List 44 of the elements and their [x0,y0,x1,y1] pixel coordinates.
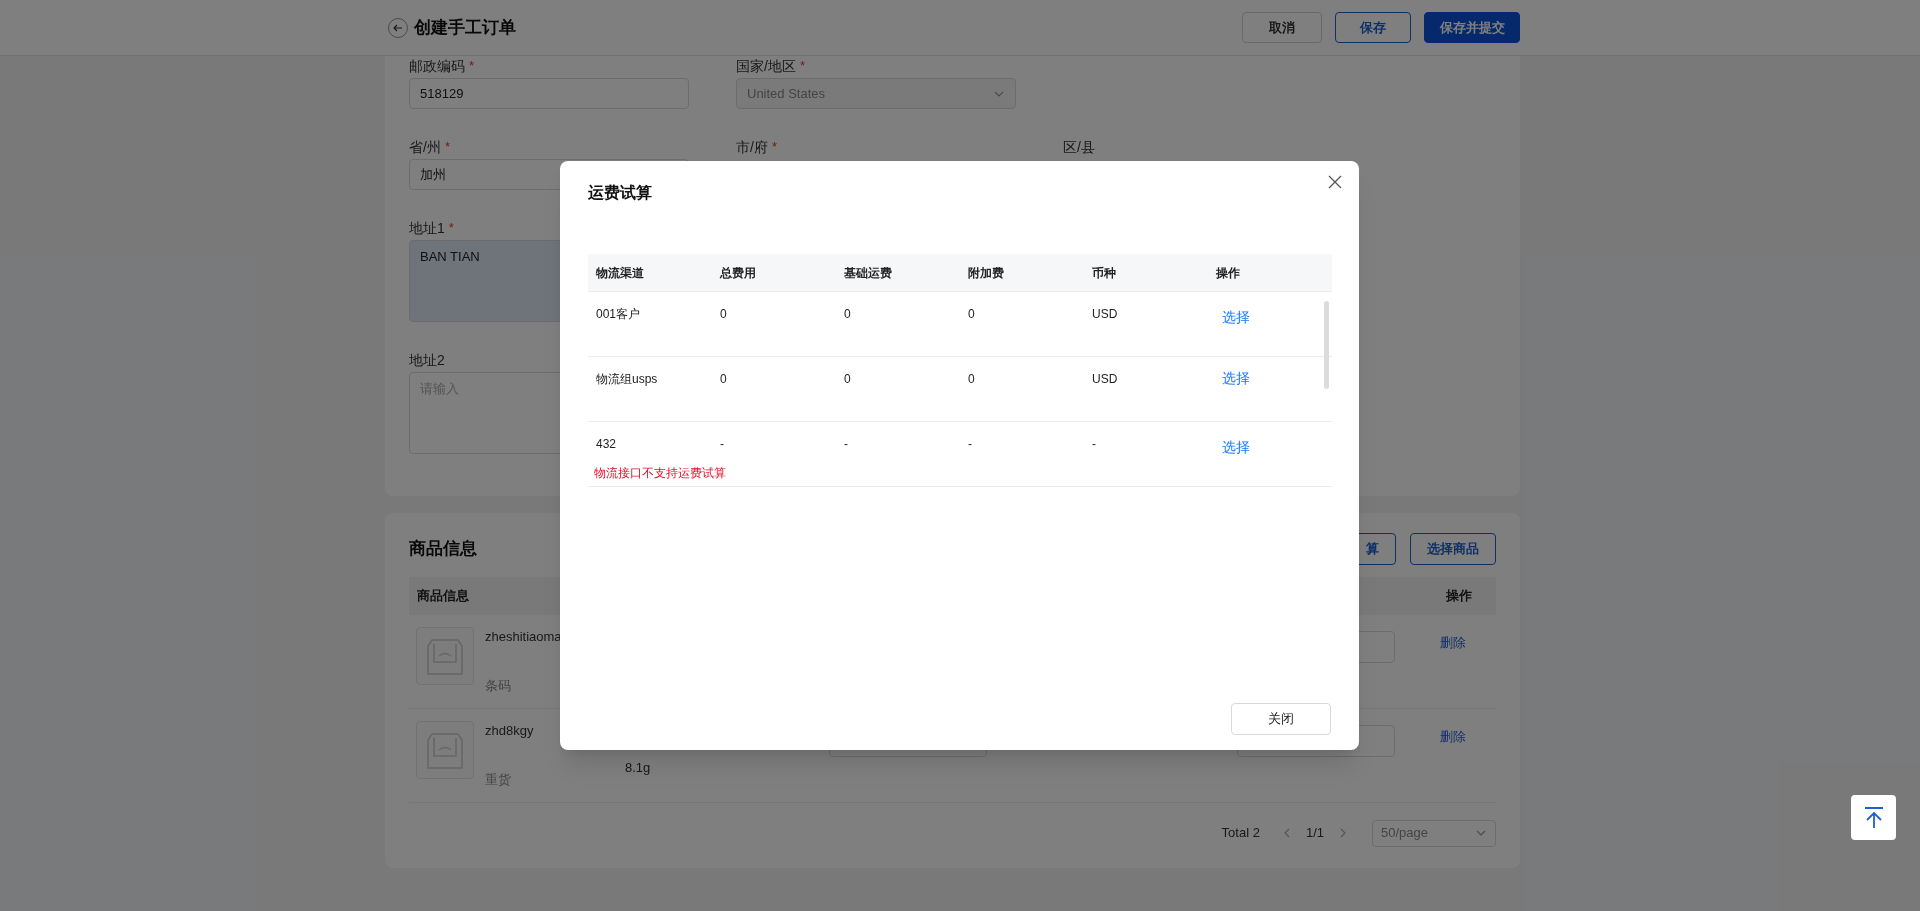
product-tag: 条码 [485,675,625,695]
table-cell-text: - [719,436,725,453]
required-mark: * [469,57,475,76]
column-header: 物流渠道 [595,264,645,282]
product-weight: 8.1g [625,760,651,775]
column-header: 总费用 [718,264,757,282]
total-count: Total 2 [1221,824,1260,843]
product-name: zhd8kgy [485,722,535,740]
table-cell-text: - [843,436,849,453]
column-header: 基础运费 [843,264,893,282]
product-name: zheshitiaoma [485,628,563,646]
page-title: 创建手工订单 [414,16,516,39]
field-label: 地址2 [409,350,445,370]
table-cell-text: 0 [719,306,728,323]
page-indicator: 1/1 [1305,824,1324,843]
field-label: 邮政编码 [409,56,465,76]
table-cell-text: 物流组usps [595,371,659,388]
column-header: 币种 [1091,264,1117,282]
section-title: 商品信息 [409,538,477,561]
error-message: 物流接口不支持运费试算 [593,465,727,482]
field-label: 市/府 [736,137,768,157]
table-cell-text: - [967,436,973,453]
required-mark: * [444,138,450,157]
table-cell-text: 0 [967,306,976,323]
table-cell-text: 0 [719,371,728,388]
required-mark: * [448,219,454,238]
field-label: 国家/地区 [736,56,796,76]
table-cell-text: 0 [843,306,852,323]
required-mark: * [799,57,805,76]
table-cell-text: 001客户 [595,306,642,323]
required-mark: * [771,138,777,157]
field-label: 区/县 [1063,137,1095,157]
table-cell-text: - [1091,436,1097,453]
table-cell-text: 432 [595,436,618,453]
column-header: 操作 [1215,264,1241,282]
table-cell-text: USD [1091,371,1119,388]
field-label: 省/州 [409,137,441,157]
table-cell-text: 0 [967,371,976,388]
table-cell-text: 0 [843,371,852,388]
table-cell-text: USD [1091,306,1119,323]
column-header: 商品信息 [417,587,469,606]
field-label: 地址1 [409,218,445,238]
column-header: 附加费 [967,264,1005,282]
column-header: 操作 [1446,587,1473,606]
